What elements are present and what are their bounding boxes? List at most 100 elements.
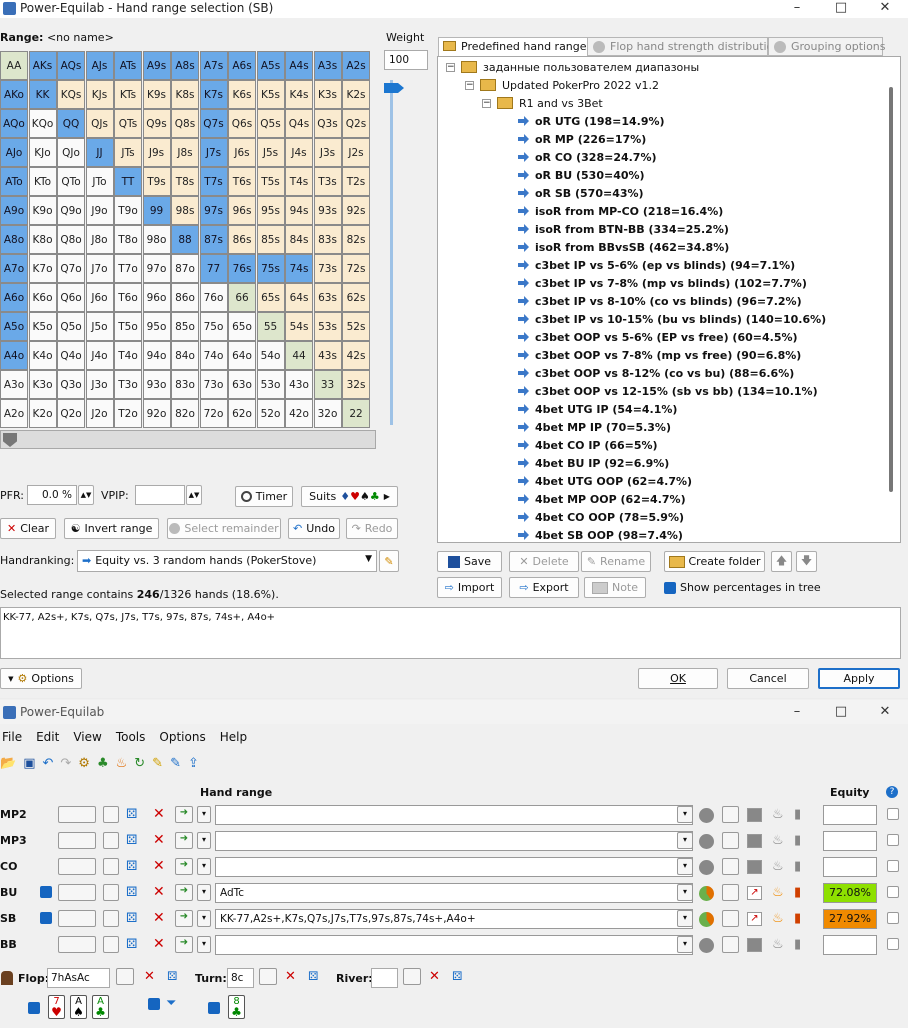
vpip-input[interactable] — [135, 485, 185, 505]
card-icon[interactable] — [103, 832, 119, 849]
chevron-down-icon[interactable]: ▾ — [677, 884, 693, 901]
tab-flop-distribution[interactable]: Flop hand strength distribution — [587, 37, 780, 56]
tree-icon[interactable]: ♣ — [97, 756, 109, 771]
hand-cell[interactable]: 96o — [142, 283, 171, 312]
line-chart-icon[interactable]: ↗ — [747, 912, 762, 926]
range-matrix-icon[interactable] — [58, 858, 96, 875]
import-button[interactable]: ⇨ Import — [437, 577, 502, 598]
chevron-down-icon[interactable]: ▾ — [197, 936, 211, 953]
chevron-down-icon[interactable]: ▾ — [677, 806, 693, 823]
hand-cell[interactable]: Q7s — [199, 109, 228, 138]
hand-cell[interactable]: A6o — [0, 283, 28, 312]
board-card[interactable]: 7 ♥ — [48, 995, 65, 1019]
apply-arrow-icon[interactable]: ➜ — [175, 884, 193, 901]
hand-cell[interactable]: QTs — [114, 109, 142, 138]
tree-range-item[interactable]: c3bet IP vs 7-8% (mp vs blinds) (102=7.7… — [518, 274, 807, 292]
options-button[interactable]: ▼ ⚙ Options — [0, 668, 82, 689]
hand-cell[interactable]: K7o — [28, 254, 57, 283]
tab-grouping-options[interactable]: Grouping options — [768, 37, 886, 56]
redo-icon[interactable]: ↷ — [60, 756, 71, 771]
hand-cell[interactable]: A6s — [228, 51, 256, 80]
hand-cell[interactable]: J8o — [85, 225, 114, 254]
filter-icon[interactable]: ⏷ — [166, 996, 176, 1011]
hand-cell[interactable]: 95o — [142, 312, 171, 341]
player-active-checkbox[interactable] — [40, 912, 52, 924]
hand-cell[interactable]: KQo — [28, 109, 57, 138]
hand-cell[interactable]: J2o — [85, 399, 114, 428]
hand-cell[interactable]: J5o — [85, 312, 114, 341]
hand-cell[interactable]: T6o — [114, 283, 142, 312]
player-lock-checkbox[interactable] — [887, 886, 899, 898]
hand-range-input[interactable]: KK-77,A2s+,K7s,Q7s,J7s,T7s,97s,87s,74s+,… — [215, 909, 693, 929]
hand-cell[interactable]: QTo — [57, 167, 85, 196]
hand-cell[interactable]: J4o — [85, 341, 114, 370]
hand-cell[interactable]: 82o — [171, 399, 199, 428]
tree-range-item[interactable]: oR SB (570=43%) — [518, 184, 644, 202]
hand-cell[interactable]: ATo — [0, 167, 28, 196]
hand-cell[interactable]: T2o — [114, 399, 142, 428]
tree-range-item[interactable]: oR UTG (198=14.9%) — [518, 112, 665, 130]
bar-chart-icon[interactable]: ▮ — [794, 885, 801, 900]
tree-range-item[interactable]: 4bet BU IP (92=6.9%) — [518, 454, 669, 472]
clipboard-icon[interactable] — [722, 936, 739, 953]
hand-cell[interactable]: 97s — [199, 196, 228, 225]
weight-slider[interactable] — [390, 80, 398, 425]
hand-cell[interactable]: A9s — [142, 51, 171, 80]
clear-icon[interactable]: ✕ — [153, 936, 165, 952]
tree-range-item[interactable]: c3bet OOP vs 7-8% (mp vs free) (90=6.8%) — [518, 346, 801, 364]
hand-cell[interactable]: 54s — [285, 312, 313, 341]
filter-enable-checkbox[interactable] — [148, 998, 160, 1010]
line-chart-icon[interactable]: ↗ — [747, 886, 762, 900]
undo-button[interactable]: ↶ Undo — [288, 518, 340, 539]
hand-cell[interactable]: 87o — [171, 254, 199, 283]
hand-cell[interactable]: 84s — [285, 225, 313, 254]
hand-cell[interactable]: TT — [114, 167, 142, 196]
hand-cell[interactable]: T7s — [199, 167, 228, 196]
handranking-select[interactable]: ➡ Equity vs. 3 random hands (PokerStove)… — [77, 550, 377, 572]
card-icon[interactable] — [103, 910, 119, 927]
tree-range-item[interactable]: isoR from MP-CO (218=16.4%) — [518, 202, 723, 220]
hand-cell[interactable]: 95s — [256, 196, 285, 225]
hand-cell[interactable]: 54o — [256, 341, 285, 370]
hand-range-input[interactable] — [215, 935, 693, 955]
fire-icon[interactable]: ♨ — [772, 885, 784, 900]
flop-clear-icon[interactable]: ✕ — [144, 969, 155, 984]
chevron-down-icon[interactable]: ▾ — [197, 832, 211, 849]
hand-cell[interactable]: T4s — [285, 167, 313, 196]
dice-icon[interactable]: ⚄ — [126, 833, 137, 848]
turn-card-picker-icon[interactable] — [259, 968, 277, 985]
bar-chart-icon[interactable]: ▮ — [794, 833, 801, 848]
turn-input[interactable]: 8c — [227, 968, 254, 988]
hand-cell[interactable]: K3o — [28, 370, 57, 399]
move-up-button[interactable]: 🡅 — [771, 551, 792, 572]
hand-cell[interactable]: 98o — [142, 225, 171, 254]
hand-cell[interactable]: 87s — [199, 225, 228, 254]
hand-cell[interactable]: 94o — [142, 341, 171, 370]
hand-cell[interactable]: T3o — [114, 370, 142, 399]
hand-cell[interactable]: 93o — [142, 370, 171, 399]
pie-chart-icon[interactable] — [699, 834, 714, 849]
chevron-down-icon[interactable]: ▾ — [677, 910, 693, 927]
hand-cell[interactable]: 75o — [199, 312, 228, 341]
save-icon[interactable]: ▣ — [23, 756, 35, 771]
hand-cell[interactable]: K9s — [142, 80, 171, 109]
hand-cell[interactable]: K8o — [28, 225, 57, 254]
tree-range-item[interactable]: c3bet OOP vs 8-12% (co vs bu) (88=6.6%) — [518, 364, 794, 382]
edit-icon[interactable]: ✎ — [170, 756, 181, 771]
tree-group[interactable]: − R1 and vs 3Bet — [482, 94, 603, 112]
hand-cell[interactable]: T9o — [114, 196, 142, 225]
hand-cell[interactable]: 93s — [313, 196, 342, 225]
rename-range-button[interactable]: ✎ Rename — [581, 551, 651, 572]
hand-cell[interactable]: J3o — [85, 370, 114, 399]
export-button[interactable]: ⇨ Export — [509, 577, 579, 598]
hand-cell[interactable]: AKo — [0, 80, 28, 109]
open-icon[interactable]: 📂 — [0, 756, 16, 771]
hand-cell[interactable]: T8o — [114, 225, 142, 254]
hand-cell[interactable]: Q6o — [57, 283, 85, 312]
tree-range-item[interactable]: c3bet IP vs 5-6% (ep vs blinds) (94=7.1%… — [518, 256, 795, 274]
hand-cell[interactable]: 32o — [313, 399, 342, 428]
chevron-down-icon[interactable]: ▾ — [197, 806, 211, 823]
pie-chart-icon[interactable] — [699, 886, 714, 901]
hand-cell[interactable]: Q8s — [171, 109, 199, 138]
hand-cell[interactable]: K7s — [199, 80, 228, 109]
